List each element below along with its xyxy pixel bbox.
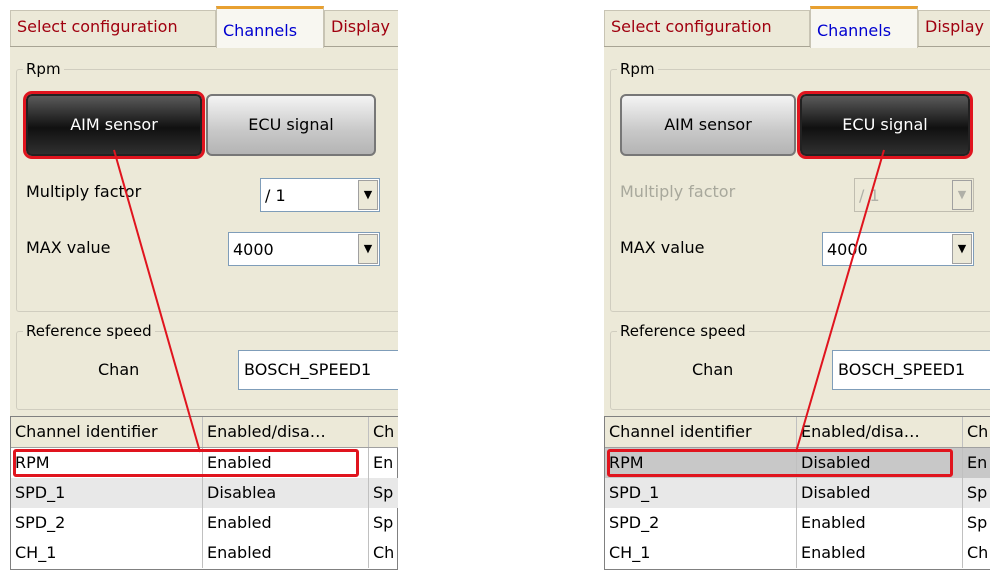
multiply-factor-label: Multiply factor xyxy=(26,182,142,201)
tab-channels[interactable]: Channels xyxy=(810,6,918,48)
multiply-factor-value: / 1 xyxy=(859,186,880,205)
table-row[interactable]: SPD_1 Disablea Sp xyxy=(11,478,398,508)
header-enabled-disabled[interactable]: Enabled/disa… xyxy=(797,417,963,447)
chevron-down-icon: ▼ xyxy=(952,180,972,210)
cell-enabled: Enabled xyxy=(797,508,963,538)
cell-identifier: SPD_1 xyxy=(11,478,203,508)
cell-ch: Sp xyxy=(369,508,398,538)
chevron-down-icon[interactable]: ▼ xyxy=(358,180,378,210)
max-value-label: MAX value xyxy=(620,238,705,257)
multiply-factor-select[interactable]: / 1 ▼ xyxy=(260,178,380,212)
cell-enabled: Disablea xyxy=(203,478,369,508)
channel-table: Channel identifier Enabled/disa… Ch RPM … xyxy=(10,416,398,570)
tab-divider xyxy=(10,46,398,47)
cell-ch: Sp xyxy=(963,478,990,508)
ecu-signal-button[interactable]: ECU signal xyxy=(797,91,973,159)
multiply-factor-label: Multiply factor xyxy=(620,182,736,201)
multiply-factor-value: / 1 xyxy=(265,186,286,205)
table-row[interactable]: CH_1 Enabled Ch xyxy=(11,538,398,568)
cell-identifier: CH_1 xyxy=(11,538,203,568)
chevron-down-icon[interactable]: ▼ xyxy=(952,234,972,264)
cell-identifier: SPD_1 xyxy=(605,478,797,508)
row-highlight xyxy=(13,449,359,477)
max-value-value: 4000 xyxy=(233,240,274,259)
aim-sensor-button[interactable]: AIM sensor xyxy=(620,94,796,156)
cell-enabled: Disabled xyxy=(797,478,963,508)
ecu-signal-button[interactable]: ECU signal xyxy=(206,94,376,156)
header-enabled-disabled[interactable]: Enabled/disa… xyxy=(203,417,369,447)
max-value-select[interactable]: 4000 ▼ xyxy=(822,232,974,266)
row-highlight xyxy=(607,449,953,477)
chan-label: Chan xyxy=(98,360,140,379)
cell-enabled: Enabled xyxy=(203,508,369,538)
cell-identifier: SPD_2 xyxy=(11,508,203,538)
chan-input[interactable]: BOSCH_SPEED1 xyxy=(832,350,990,390)
chan-input[interactable]: BOSCH_SPEED1 xyxy=(238,350,398,390)
header-ch[interactable]: Ch xyxy=(963,417,990,447)
tab-display[interactable]: Display xyxy=(324,10,398,46)
table-header: Channel identifier Enabled/disa… Ch xyxy=(11,417,398,448)
header-channel-identifier[interactable]: Channel identifier xyxy=(605,417,797,447)
tab-bar: Select configuration Channels Display xyxy=(10,0,398,48)
max-value-select[interactable]: 4000 ▼ xyxy=(228,232,380,266)
cell-enabled: Enabled xyxy=(797,538,963,568)
tab-channels[interactable]: Channels xyxy=(216,6,324,48)
reference-speed-title: Reference speed xyxy=(620,322,746,340)
chan-label: Chan xyxy=(692,360,734,379)
max-value-value: 4000 xyxy=(827,240,868,259)
cell-enabled: Enabled xyxy=(203,538,369,568)
channel-table: Channel identifier Enabled/disa… Ch RPM … xyxy=(604,416,990,570)
cell-ch: Ch xyxy=(963,538,990,568)
cell-ch: En xyxy=(963,448,990,478)
cell-identifier: SPD_2 xyxy=(605,508,797,538)
right-panel: Select configuration Channels Display Rp… xyxy=(604,0,990,570)
table-row[interactable]: SPD_1 Disabled Sp xyxy=(605,478,990,508)
multiply-factor-select: / 1 ▼ xyxy=(854,178,974,212)
tab-select-configuration[interactable]: Select configuration xyxy=(10,10,216,46)
left-panel: Select configuration Channels Display Rp… xyxy=(10,0,398,570)
rpm-group-title: Rpm xyxy=(26,60,61,78)
tab-divider xyxy=(604,46,990,47)
table-header: Channel identifier Enabled/disa… Ch xyxy=(605,417,990,448)
chevron-down-icon[interactable]: ▼ xyxy=(358,234,378,264)
tab-bar: Select configuration Channels Display xyxy=(604,0,990,48)
aim-sensor-button[interactable]: AIM sensor xyxy=(23,91,205,159)
cell-ch: Sp xyxy=(369,478,398,508)
tab-select-configuration[interactable]: Select configuration xyxy=(604,10,810,46)
reference-speed-title: Reference speed xyxy=(26,322,152,340)
cell-identifier: CH_1 xyxy=(605,538,797,568)
table-row[interactable]: SPD_2 Enabled Sp xyxy=(605,508,990,538)
header-ch[interactable]: Ch xyxy=(369,417,398,447)
table-row[interactable]: SPD_2 Enabled Sp xyxy=(11,508,398,538)
cell-ch: En xyxy=(369,448,398,478)
cell-ch: Ch xyxy=(369,538,398,568)
rpm-group-title: Rpm xyxy=(620,60,655,78)
table-row[interactable]: CH_1 Enabled Ch xyxy=(605,538,990,568)
tab-display[interactable]: Display xyxy=(918,10,990,46)
cell-ch: Sp xyxy=(963,508,990,538)
max-value-label: MAX value xyxy=(26,238,111,257)
header-channel-identifier[interactable]: Channel identifier xyxy=(11,417,203,447)
